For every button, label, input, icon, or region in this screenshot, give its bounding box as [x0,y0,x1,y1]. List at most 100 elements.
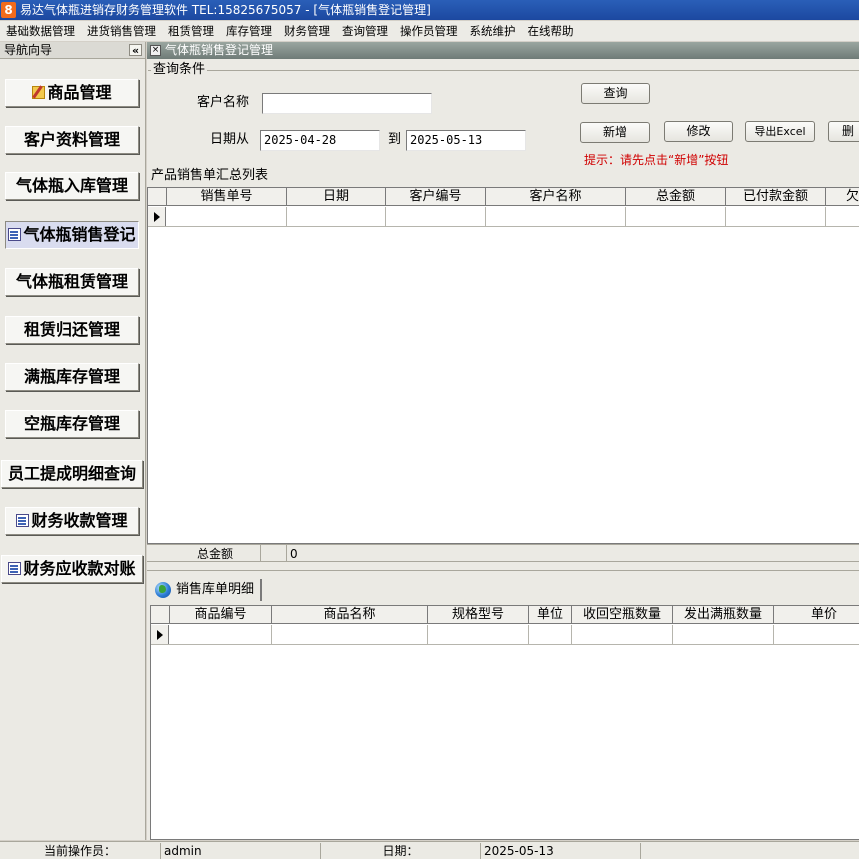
row-indicator-icon [151,625,169,644]
column-header[interactable]: 日期 [287,188,386,206]
column-header[interactable]: 商品名称 [272,606,428,624]
collapse-nav-button[interactable]: « [129,44,142,56]
table-row[interactable] [148,207,859,227]
group-title: 查询条件 [151,62,208,77]
edit-button[interactable]: 修改 [664,121,733,142]
delete-button[interactable]: 删 [828,121,859,142]
detail-tabbar: 销售库单明细 [147,570,859,604]
nav-cylinder-rental[interactable]: 气体瓶租赁管理 [5,268,139,296]
nav-label: 财务应收款对账 [23,559,136,578]
column-header[interactable]: 单位 [529,606,572,624]
summary-table-title: 产品销售单汇总列表 [151,168,269,183]
date-from-label: 日期从 [210,132,250,147]
table-cell[interactable] [428,625,529,644]
app-icon: 8 [1,2,16,18]
nav-label: 气体瓶租赁管理 [15,272,128,291]
nav-label: 满瓶库存管理 [23,367,120,386]
query-button[interactable]: 查询 [581,83,650,104]
nav-label: 气体瓶入库管理 [15,176,128,195]
table-cell[interactable] [486,207,626,226]
customer-name-input[interactable] [262,93,432,114]
date-from-field[interactable]: 2025-04-28 [260,130,380,151]
table-cell[interactable] [572,625,673,644]
menu-rental[interactable]: 租赁管理 [162,21,220,41]
header-corner [151,606,170,624]
table-cell[interactable] [167,207,287,226]
document-icon [8,562,22,575]
menu-purchase-sales[interactable]: 进货销售管理 [81,21,162,41]
table-cell[interactable] [529,625,572,644]
menu-help[interactable]: 在线帮助 [522,21,580,41]
menu-query[interactable]: 查询管理 [336,21,394,41]
tab-sales-detail[interactable]: 销售库单明细 [153,579,263,601]
date-to-field[interactable]: 2025-05-13 [406,130,526,151]
export-excel-button[interactable]: 导出Excel [745,121,815,142]
child-window-titlebar: × 气体瓶销售登记管理 [147,42,859,59]
column-header[interactable]: 已付款金额 [726,188,826,206]
menu-finance[interactable]: 财务管理 [278,21,336,41]
divider [260,545,261,561]
detail-table: 商品编号 商品名称 规格型号 单位 收回空瓶数量 发出满瓶数量 单价 [150,605,859,840]
query-conditions-group: 查询条件 客户名称 日期从 2025-04-28 到 2025-05-13 查询… [148,63,859,167]
title-bar: 8 易达气体瓶进销存财务管理软件 TEL:15825675057 - [气体瓶销… [0,0,859,20]
column-header[interactable]: 商品编号 [170,606,272,624]
column-header[interactable]: 客户编号 [386,188,486,206]
detail-table-header: 商品编号 商品名称 规格型号 单位 收回空瓶数量 发出满瓶数量 单价 [151,606,859,624]
nav-header-title: 导航向导 [4,43,53,57]
summary-table: 销售单号 日期 客户编号 客户名称 总金额 已付款金额 欠 [147,187,859,544]
table-cell[interactable] [673,625,774,644]
table-cell[interactable] [774,625,859,644]
column-header[interactable]: 总金额 [626,188,726,206]
child-window-title: 气体瓶销售登记管理 [165,43,274,57]
nav-employee-commission[interactable]: 员工提成明细查询 [1,460,143,488]
column-header[interactable]: 客户名称 [486,188,626,206]
tab-label: 销售库单明细 [176,582,255,597]
table-cell[interactable] [287,207,386,226]
summary-table-header: 销售单号 日期 客户编号 客户名称 总金额 已付款金额 欠 [148,188,859,206]
menu-operator[interactable]: 操作员管理 [394,21,464,41]
close-icon[interactable]: × [150,45,161,56]
column-header[interactable]: 销售单号 [167,188,287,206]
column-header[interactable]: 收回空瓶数量 [572,606,673,624]
nav-full-stock[interactable]: 满瓶库存管理 [5,363,139,391]
add-button[interactable]: 新增 [580,122,650,143]
nav-header: 导航向导 « [0,42,145,59]
nav-empty-stock[interactable]: 空瓶库存管理 [5,410,139,438]
nav-customer-management[interactable]: 客户资料管理 [5,126,139,154]
column-header[interactable]: 规格型号 [428,606,529,624]
nav-label: 租赁归还管理 [23,320,120,339]
table-cell[interactable] [170,625,272,644]
nav-receivables-reconcile[interactable]: 财务应收款对账 [1,555,143,583]
status-bar: 当前操作员： admin 日期： 2025-05-13 [0,841,859,859]
table-cell[interactable] [272,625,428,644]
row-indicator-icon [148,207,166,226]
total-bar: 总金额 0 [147,544,859,562]
operator-value: admin [161,843,321,859]
document-icon [8,228,22,241]
status-date-value: 2025-05-13 [481,843,641,859]
nav-finance-receipts[interactable]: 财务收款管理 [5,507,139,535]
nav-label: 商品管理 [47,83,112,102]
menu-system[interactable]: 系统维护 [464,21,522,41]
column-header[interactable]: 欠 [826,188,859,206]
nav-panel: 导航向导 « 商品管理 客户资料管理 气体瓶入库管理 气体瓶销售登记 气体瓶租赁… [0,42,146,840]
column-header[interactable]: 发出满瓶数量 [673,606,774,624]
pen-edit-icon [32,86,46,99]
menu-bar: 基础数据管理 进货销售管理 租赁管理 库存管理 财务管理 查询管理 操作员管理 系统维护 在线帮… [0,21,859,41]
nav-cylinder-inbound[interactable]: 气体瓶入库管理 [5,172,139,200]
nav-rental-return[interactable]: 租赁归还管理 [5,316,139,344]
nav-product-management[interactable]: 商品管理 [5,79,139,107]
table-cell[interactable] [386,207,486,226]
operator-label: 当前操作员： [0,843,161,859]
nav-label: 气体瓶销售登记 [23,225,136,244]
table-cell[interactable] [726,207,826,226]
table-row[interactable] [151,625,859,645]
column-header[interactable]: 单价 [774,606,859,624]
header-corner [148,188,167,206]
menu-basic-data[interactable]: 基础数据管理 [0,21,81,41]
nav-cylinder-sales[interactable]: 气体瓶销售登记 [5,221,139,249]
table-cell[interactable] [626,207,726,226]
date-to-label: 到 [388,132,402,147]
document-icon [16,514,30,527]
menu-inventory[interactable]: 库存管理 [220,21,278,41]
